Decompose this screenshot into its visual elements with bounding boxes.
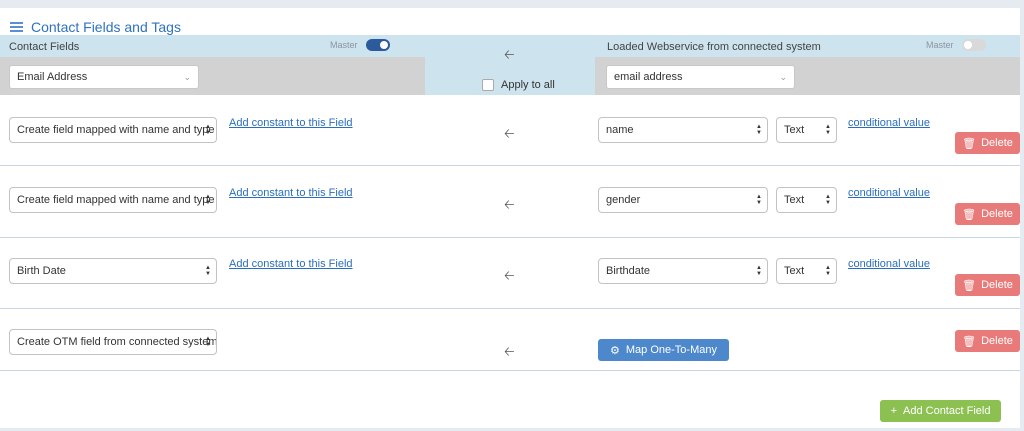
arrow-left-icon: 🡠 bbox=[504, 268, 515, 283]
source-field-select[interactable]: name ▲ ▼ bbox=[598, 117, 768, 143]
arrow-left-icon: 🡠 bbox=[504, 344, 515, 359]
arrow-left-icon: 🡠 bbox=[504, 197, 515, 212]
contact-field-select[interactable]: Create field mapped with name and type ▲… bbox=[9, 117, 217, 143]
conditional-value-link[interactable]: conditional value bbox=[848, 187, 930, 199]
contact-field-select[interactable]: Birth Date ▲ ▼ bbox=[9, 258, 217, 284]
updown-icon: ▲ ▼ bbox=[205, 124, 211, 136]
add-constant-link[interactable]: Add constant to this Field bbox=[229, 258, 353, 270]
contact-field-select[interactable]: Create field mapped with name and type ▲… bbox=[9, 187, 217, 213]
updown-icon: ▲ ▼ bbox=[825, 194, 831, 206]
updown-icon: ▲ ▼ bbox=[205, 194, 211, 206]
contact-email-select[interactable]: Email Address ⌄ bbox=[9, 65, 199, 89]
trash-icon: 🗑 bbox=[962, 279, 977, 292]
left-master: Master bbox=[330, 39, 390, 51]
delete-button[interactable]: 🗑 Delete bbox=[955, 203, 1020, 225]
webservice-header: Loaded Webservice from connected system … bbox=[595, 35, 1020, 95]
otm-field-select[interactable]: Create OTM field from connected system ▲… bbox=[9, 329, 217, 355]
plus-icon: + bbox=[890, 405, 897, 417]
map-one-to-many-button[interactable]: ⚙ Map One-To-Many bbox=[598, 339, 729, 361]
chevron-down-icon: ⌄ bbox=[779, 72, 787, 82]
apply-to-all[interactable]: Apply to all bbox=[482, 79, 555, 91]
arrow-left-icon: 🡠 bbox=[504, 126, 515, 141]
delete-button[interactable]: 🗑 Delete bbox=[955, 330, 1020, 352]
contact-fields-label: Contact Fields bbox=[9, 41, 80, 53]
updown-icon: ▲ ▼ bbox=[205, 336, 211, 348]
chevron-down-icon: ⌄ bbox=[183, 72, 191, 82]
trash-icon: 🗑 bbox=[962, 208, 977, 221]
trash-icon: 🗑 bbox=[962, 137, 977, 150]
updown-icon: ▲ ▼ bbox=[205, 265, 211, 277]
updown-icon: ▲ ▼ bbox=[825, 265, 831, 277]
delete-button[interactable]: 🗑 Delete bbox=[955, 132, 1020, 154]
panel-title-text: Contact Fields and Tags bbox=[31, 19, 181, 35]
add-constant-link[interactable]: Add constant to this Field bbox=[229, 187, 353, 199]
updown-icon: ▲ ▼ bbox=[756, 265, 762, 277]
type-select[interactable]: Text ▲ ▼ bbox=[776, 187, 837, 213]
contact-fields-header: Contact Fields Master Email Address ⌄ bbox=[0, 35, 425, 95]
updown-icon: ▲ ▼ bbox=[756, 124, 762, 136]
conditional-value-link[interactable]: conditional value bbox=[848, 258, 930, 270]
trash-icon: 🗑 bbox=[962, 335, 977, 348]
gears-icon: ⚙ bbox=[610, 344, 620, 357]
apply-to-all-checkbox[interactable] bbox=[482, 79, 494, 91]
contact-fields-panel: Contact Fields and Tags Contact Fields M… bbox=[0, 8, 1020, 428]
add-constant-link[interactable]: Add constant to this Field bbox=[229, 117, 353, 129]
right-master: Master bbox=[926, 39, 986, 51]
arrow-left-icon: 🡠 bbox=[504, 47, 515, 62]
updown-icon: ▲ ▼ bbox=[825, 124, 831, 136]
right-master-toggle[interactable] bbox=[961, 39, 986, 51]
source-field-select[interactable]: gender ▲ ▼ bbox=[598, 187, 768, 213]
add-contact-field-button[interactable]: + Add Contact Field bbox=[880, 400, 1001, 422]
left-master-toggle[interactable] bbox=[365, 39, 390, 51]
conditional-value-link[interactable]: conditional value bbox=[848, 117, 930, 129]
webservice-label: Loaded Webservice from connected system bbox=[607, 41, 821, 53]
type-select[interactable]: Text ▲ ▼ bbox=[776, 117, 837, 143]
webservice-email-select[interactable]: email address ⌄ bbox=[606, 65, 795, 89]
list-icon bbox=[10, 22, 23, 32]
panel-title: Contact Fields and Tags bbox=[10, 17, 181, 37]
updown-icon: ▲ ▼ bbox=[756, 194, 762, 206]
delete-button[interactable]: 🗑 Delete bbox=[955, 274, 1020, 296]
type-select[interactable]: Text ▲ ▼ bbox=[776, 258, 837, 284]
source-field-select[interactable]: Birthdate ▲ ▼ bbox=[598, 258, 768, 284]
